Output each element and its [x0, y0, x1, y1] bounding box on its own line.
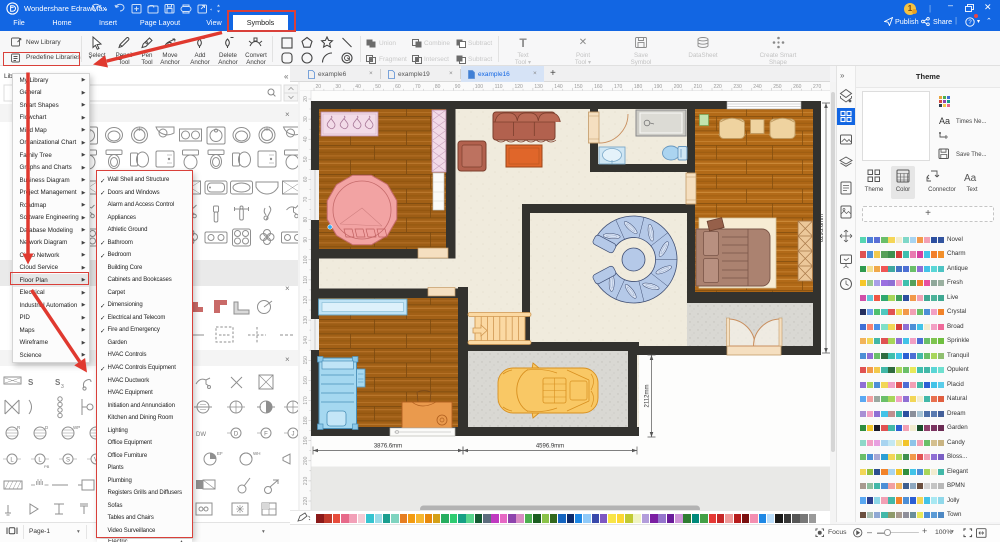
- svg-text:160: 160: [303, 376, 309, 385]
- svg-text:70: 70: [303, 197, 309, 203]
- svg-text:Aa: Aa: [964, 173, 977, 184]
- svg-text:3876.6mm: 3876.6mm: [374, 444, 402, 450]
- svg-text:240: 240: [753, 84, 762, 90]
- svg-text:Aa: Aa: [939, 116, 950, 126]
- svg-text:210: 210: [694, 84, 703, 90]
- svg-text:180: 180: [303, 416, 309, 425]
- svg-text:130: 130: [534, 84, 543, 90]
- svg-text:120: 120: [515, 84, 524, 90]
- svg-text:20: 20: [316, 84, 322, 90]
- svg-text:60: 60: [303, 176, 309, 182]
- svg-text:40: 40: [355, 84, 361, 90]
- svg-text:110: 110: [495, 84, 503, 90]
- svg-text:WH: WH: [253, 451, 261, 456]
- svg-text:6293.6mm: 6293.6mm: [819, 214, 825, 242]
- svg-text:170: 170: [614, 84, 623, 90]
- svg-text:F: F: [264, 432, 268, 438]
- svg-text:80: 80: [303, 217, 309, 223]
- svg-text:?: ?: [968, 20, 972, 26]
- svg-text:50: 50: [303, 156, 309, 162]
- svg-text:160: 160: [594, 84, 603, 90]
- svg-text:D: D: [45, 425, 49, 430]
- svg-text:140: 140: [554, 84, 563, 90]
- svg-text:150: 150: [574, 84, 583, 90]
- svg-text:210: 210: [303, 477, 309, 486]
- svg-text:×: ×: [285, 284, 290, 293]
- svg-text:50: 50: [375, 84, 381, 90]
- svg-text:190: 190: [303, 436, 309, 445]
- svg-text:DW: DW: [196, 432, 206, 438]
- svg-text:3: 3: [61, 384, 64, 390]
- svg-text:20: 20: [303, 96, 309, 102]
- svg-text:100: 100: [303, 255, 309, 264]
- svg-text:70: 70: [415, 84, 421, 90]
- svg-text:220: 220: [714, 84, 723, 90]
- svg-text:90: 90: [455, 84, 461, 90]
- svg-text:2112mm: 2112mm: [645, 385, 651, 408]
- svg-text:200: 200: [674, 84, 683, 90]
- svg-text:270: 270: [813, 84, 822, 90]
- svg-text:EF: EF: [217, 451, 223, 456]
- svg-text:L: L: [38, 458, 42, 464]
- svg-text:220: 220: [303, 497, 309, 506]
- svg-text:40: 40: [303, 136, 309, 142]
- svg-text:Times Ne...: Times Ne...: [956, 119, 987, 125]
- svg-text:30: 30: [335, 84, 341, 90]
- svg-text:130: 130: [303, 316, 309, 325]
- svg-text:S: S: [28, 378, 34, 387]
- svg-text:4596.9mm: 4596.9mm: [536, 444, 564, 450]
- svg-text:250: 250: [773, 84, 782, 90]
- svg-text:S: S: [66, 458, 70, 464]
- svg-text:80: 80: [435, 84, 441, 90]
- svg-text:200: 200: [303, 456, 309, 465]
- svg-text:D: D: [234, 432, 239, 438]
- svg-text:60: 60: [395, 84, 401, 90]
- svg-text:230: 230: [733, 84, 742, 90]
- svg-text:J: J: [292, 432, 295, 438]
- svg-text:170: 170: [303, 396, 309, 405]
- svg-text:PB: PB: [44, 464, 50, 469]
- svg-text:30: 30: [303, 116, 309, 122]
- svg-text:120: 120: [303, 296, 309, 305]
- svg-text:190: 190: [654, 84, 663, 90]
- svg-text:WP: WP: [73, 425, 80, 430]
- svg-text:100: 100: [475, 84, 484, 90]
- svg-text:180: 180: [634, 84, 643, 90]
- svg-text:260: 260: [793, 84, 802, 90]
- svg-text:140: 140: [303, 336, 309, 345]
- svg-text:×: ×: [285, 110, 290, 119]
- svg-text:90: 90: [303, 237, 309, 243]
- svg-text:«: «: [284, 72, 289, 81]
- svg-text:110: 110: [303, 276, 309, 284]
- svg-text:L: L: [10, 458, 14, 464]
- svg-text:Save The...: Save The...: [956, 152, 987, 158]
- svg-text:×: ×: [285, 355, 290, 364]
- svg-text:150: 150: [303, 356, 309, 365]
- svg-text:R: R: [17, 425, 21, 430]
